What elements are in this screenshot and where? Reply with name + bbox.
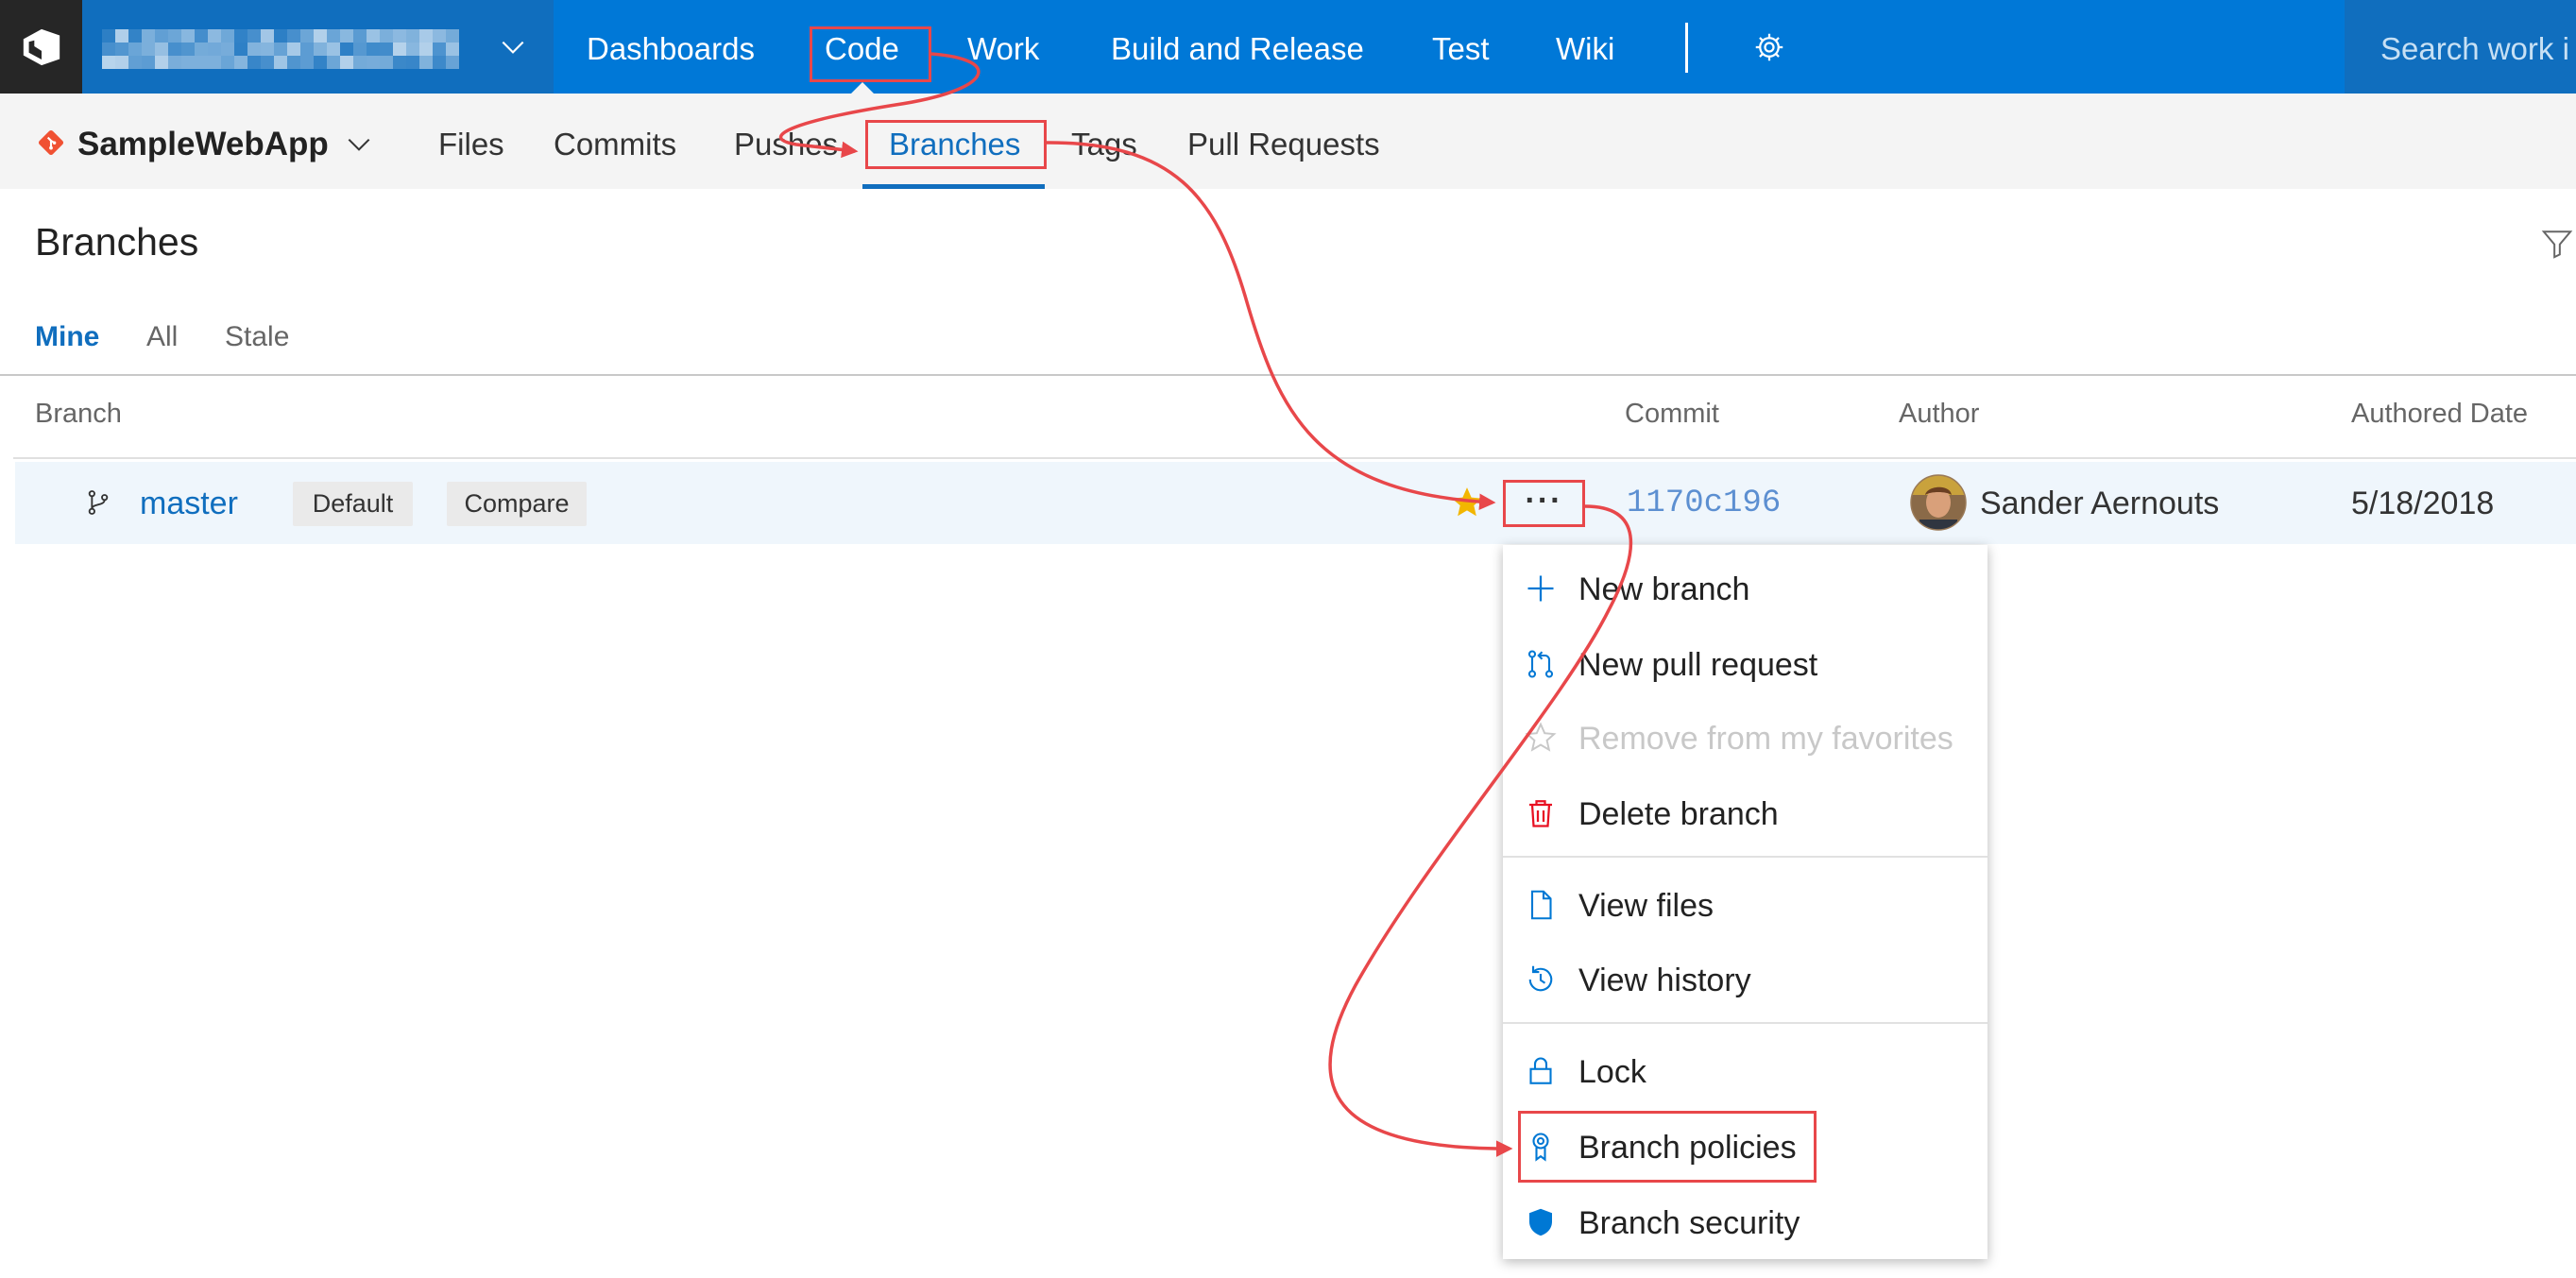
menu-item-delete-branch[interactable]: Delete branch	[1503, 777, 1987, 849]
column-header-branch: Branch	[35, 399, 122, 429]
plus-icon	[1524, 571, 1558, 605]
nav-work[interactable]: Work	[967, 0, 1039, 94]
lock-icon	[1524, 1054, 1558, 1088]
pivot-stale[interactable]: Stale	[225, 318, 289, 356]
organization-switcher[interactable]	[82, 0, 554, 94]
chevron-down-icon	[498, 32, 528, 62]
trash-icon	[1524, 796, 1558, 830]
file-icon	[1524, 888, 1558, 922]
history-icon	[1524, 963, 1558, 997]
menu-item-branch-security[interactable]: Branch security	[1503, 1186, 1987, 1258]
nav-build-and-release[interactable]: Build and Release	[1111, 0, 1364, 94]
page-title: Branches	[35, 220, 199, 264]
search-placeholder: Search work i	[2380, 31, 2569, 66]
pivot-mine[interactable]: Mine	[35, 318, 99, 356]
branch-name-link[interactable]: master	[140, 462, 238, 546]
divider	[13, 457, 2576, 459]
menu-item-label: View files	[1578, 888, 1714, 924]
menu-divider	[1503, 1022, 1987, 1024]
annotation-box-branch-policies	[1518, 1111, 1817, 1183]
tab-commits[interactable]: Commits	[554, 94, 676, 189]
git-repo-icon	[36, 128, 66, 158]
column-header-author: Author	[1899, 399, 1980, 429]
menu-item-view-history[interactable]: View history	[1503, 944, 1987, 1015]
menu-item-new-branch[interactable]: New branch	[1503, 553, 1987, 624]
product-logo[interactable]	[0, 0, 82, 94]
nav-dashboards[interactable]: Dashboards	[587, 0, 755, 94]
author-name: Sander Aernouts	[1980, 486, 2220, 521]
tab-files[interactable]: Files	[438, 94, 504, 189]
pull-request-icon	[1524, 647, 1558, 681]
column-header-authored-date: Authored Date	[2351, 399, 2529, 429]
menu-item-view-files[interactable]: View files	[1503, 869, 1987, 941]
gear-icon[interactable]	[1752, 30, 1786, 64]
menu-item-label: New branch	[1578, 571, 1750, 607]
menu-item-lock[interactable]: Lock	[1503, 1035, 1987, 1107]
repository-name[interactable]: SampleWebApp	[77, 94, 329, 189]
selected-hub-caret	[851, 82, 874, 94]
top-navigation-bar: Dashboards Code Work Build and Release T…	[0, 0, 2576, 94]
menu-item-new-pull-request[interactable]: New pull request	[1503, 628, 1987, 700]
nav-divider	[1685, 23, 1688, 73]
chevron-down-icon[interactable]	[344, 129, 374, 160]
menu-item-label: Remove from my favorites	[1578, 721, 1953, 757]
search-box[interactable]: Search work i	[2345, 0, 2576, 94]
branch-icon	[83, 487, 113, 518]
authored-date: 5/18/2018	[2351, 486, 2495, 521]
column-header-commit: Commit	[1625, 399, 1719, 429]
shield-icon	[1524, 1205, 1558, 1239]
menu-item-label: Branch security	[1578, 1205, 1800, 1241]
repository-bar: SampleWebApp Files Commits Pushes Branch…	[0, 94, 2576, 189]
tab-tags[interactable]: Tags	[1071, 94, 1137, 189]
annotation-arrows	[778, 52, 1633, 1157]
menu-divider	[1503, 856, 1987, 858]
tab-pull-requests[interactable]: Pull Requests	[1187, 94, 1380, 189]
star-outline-icon	[1524, 721, 1558, 755]
pivot-all[interactable]: All	[146, 318, 178, 356]
filter-icon[interactable]	[2541, 227, 2573, 261]
favorite-star-icon[interactable]	[1449, 485, 1485, 520]
annotation-box-branches	[865, 120, 1047, 169]
nav-wiki[interactable]: Wiki	[1556, 0, 1614, 94]
menu-item-label: View history	[1578, 963, 1751, 998]
commit-id-link[interactable]: 1170c196	[1627, 462, 1781, 546]
default-badge: Default	[293, 482, 413, 526]
avatar	[1910, 474, 1967, 531]
menu-item-remove-from-favorites: Remove from my favorites	[1503, 702, 1987, 774]
selected-tab-indicator	[862, 184, 1045, 189]
divider	[0, 374, 2576, 376]
nav-test[interactable]: Test	[1432, 0, 1490, 94]
menu-item-label: Lock	[1578, 1054, 1646, 1090]
annotation-arrow-branches-to-more	[1046, 141, 1496, 510]
redacted-organization-name	[102, 29, 459, 69]
azure-devops-logo-icon	[23, 28, 60, 65]
menu-item-label: Delete branch	[1578, 796, 1779, 832]
tab-pushes[interactable]: Pushes	[734, 94, 838, 189]
annotation-box-code	[810, 26, 931, 82]
menu-item-label: New pull request	[1578, 647, 1818, 683]
table-row[interactable]: master Default Compare ··· 1170c196 Sand…	[15, 462, 2576, 544]
annotation-box-more-actions	[1503, 480, 1585, 527]
compare-badge: Compare	[447, 482, 587, 526]
